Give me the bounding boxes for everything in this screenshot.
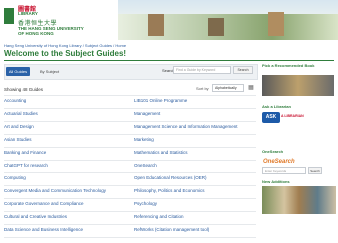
onesearch-button[interactable]: Search bbox=[308, 167, 322, 174]
ask-librarian-button[interactable]: ASK A LIBRARIAN bbox=[262, 112, 308, 123]
grid-view-icon[interactable]: ▦ bbox=[247, 84, 255, 92]
guide-link[interactable]: Marketing bbox=[134, 134, 256, 146]
onesearch-input[interactable]: Enter Keywords bbox=[262, 167, 306, 174]
sidebar-heading-recommended-book: Pick a Recommended Book bbox=[262, 63, 315, 68]
guide-link[interactable]: LIB101 Online Programme bbox=[134, 95, 256, 107]
guide-link[interactable]: Management bbox=[134, 108, 256, 120]
ask-badge: ASK bbox=[262, 112, 280, 123]
guide-link[interactable]: Banking and Finance bbox=[4, 147, 129, 159]
sort-select[interactable]: Alphabetically bbox=[212, 84, 244, 92]
guide-link[interactable]: Corporate Governance and Compliance bbox=[4, 198, 129, 210]
sort-label: Sort by bbox=[196, 86, 209, 91]
guide-count: Showing 48 Guides bbox=[4, 87, 44, 92]
guide-link[interactable]: Open Educational Resources (OER) bbox=[134, 172, 256, 184]
university-name-en-line2: OF HONG KONG bbox=[18, 31, 54, 36]
guide-link[interactable]: Psychology bbox=[134, 198, 256, 210]
guide-link[interactable]: Referencing and Citation bbox=[134, 211, 256, 223]
sidebar-heading-ask: Ask a Librarian bbox=[262, 104, 291, 109]
banner-building bbox=[148, 14, 164, 36]
guide-search-input[interactable]: Find a Guide by Keyword bbox=[173, 66, 231, 74]
title-divider bbox=[4, 60, 334, 61]
banner-building bbox=[268, 12, 284, 36]
banner-photo bbox=[118, 0, 338, 40]
banner-sky bbox=[118, 0, 338, 14]
guide-link[interactable]: ChatGPT for research bbox=[4, 160, 129, 172]
onesearch-logo: OneSearch bbox=[263, 159, 295, 165]
guide-link[interactable]: Actuarial Studies bbox=[4, 108, 129, 120]
banner-building bbox=[208, 18, 224, 36]
tab-all-guides[interactable]: All Guides bbox=[6, 67, 30, 76]
row-divider bbox=[4, 236, 256, 238]
ask-librarian-text: A LIBRARIAN bbox=[281, 114, 304, 118]
header-banner: 圖書館 LIBRARY 香港恒生大學 THE HANG SENG UNIVERS… bbox=[0, 0, 338, 40]
guide-link[interactable]: Asian Studies bbox=[4, 134, 129, 146]
guide-link[interactable]: Accounting bbox=[4, 95, 129, 107]
guide-link[interactable]: Mathematics and Statistics bbox=[134, 147, 256, 159]
library-logo-icon[interactable] bbox=[4, 8, 14, 24]
recommended-book-image[interactable] bbox=[262, 75, 334, 96]
guide-link[interactable]: Convergent Media and Communication Techn… bbox=[4, 185, 129, 197]
guide-link[interactable]: Philosophy, Politics and Economics bbox=[134, 185, 256, 197]
breadcrumb[interactable]: Hang Seng University of Hong Kong Librar… bbox=[4, 43, 126, 48]
guide-link[interactable]: Data Science and Business Intelligence bbox=[4, 224, 129, 236]
sidebar-heading-new-additions: New Additions bbox=[262, 179, 290, 184]
page-title: Welcome to the Subject Guides! bbox=[4, 49, 127, 58]
guide-link[interactable]: Art and Design bbox=[4, 121, 129, 133]
new-additions-image[interactable] bbox=[262, 186, 336, 214]
guide-link[interactable]: RefWorks (Citation management tool) bbox=[134, 224, 256, 236]
sidebar-heading-onesearch: OneSearch bbox=[262, 149, 284, 154]
search-button[interactable]: Search bbox=[233, 66, 253, 74]
logo-english: LIBRARY bbox=[18, 11, 38, 16]
guide-link[interactable]: OneSearch bbox=[134, 160, 256, 172]
guide-link[interactable]: Management Science and Information Manag… bbox=[134, 121, 256, 133]
tab-by-subject[interactable]: By Subject bbox=[40, 67, 59, 76]
guide-link[interactable]: Computing bbox=[4, 172, 129, 184]
guide-link[interactable]: Cultural and Creative Industries bbox=[4, 211, 129, 223]
